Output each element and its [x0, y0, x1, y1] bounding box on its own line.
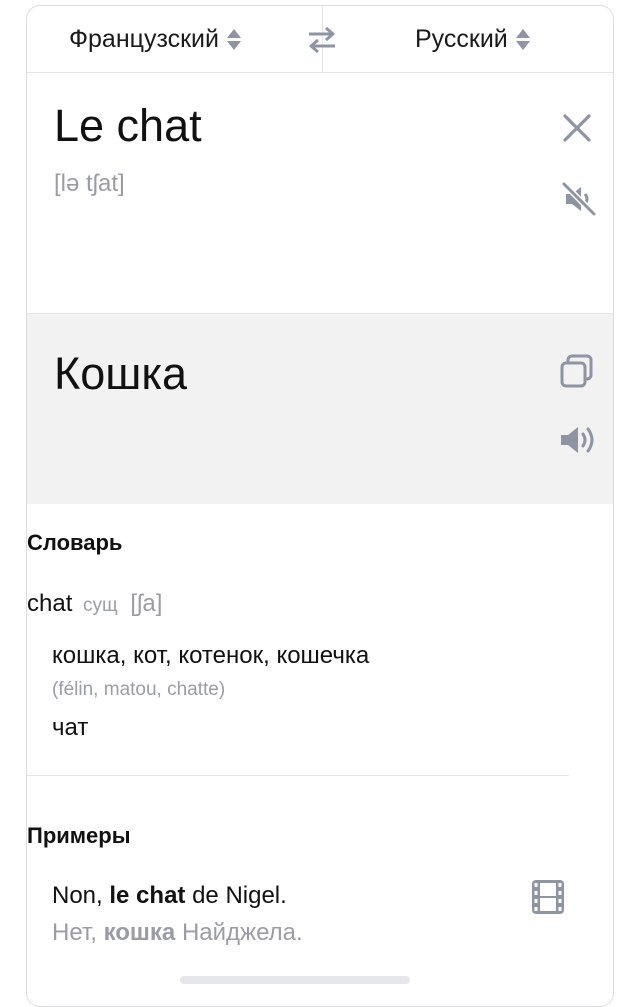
clear-button[interactable]: [559, 110, 595, 146]
section-divider: [27, 775, 569, 776]
swap-languages-button[interactable]: [305, 23, 339, 57]
source-language-selector[interactable]: Французский: [69, 6, 241, 72]
source-text[interactable]: Le chat: [54, 100, 202, 152]
translator-card: Французский Русский Le chat [lə tʃat] Ко…: [26, 5, 614, 1007]
example-source: Non, le chat de Nigel.: [52, 882, 287, 910]
example-source-post: de Nigel.: [185, 882, 287, 909]
copy-icon: [560, 354, 593, 388]
speaker-muted-icon: [561, 181, 597, 217]
entry-word: chat: [27, 590, 73, 617]
language-bar: Французский Русский: [27, 6, 613, 73]
source-transliteration: [lə tʃat]: [54, 170, 125, 197]
source-audio-button[interactable]: [559, 179, 599, 219]
close-icon: [563, 114, 591, 142]
dictionary-heading: Словарь: [27, 530, 123, 555]
source-panel[interactable]: Le chat [lə tʃat]: [27, 72, 613, 314]
example-video-button[interactable]: [532, 880, 564, 914]
swap-languages-icon: [309, 26, 335, 54]
copy-button[interactable]: [557, 352, 597, 392]
example-translation: Нет, кошка Найджела.: [52, 919, 303, 947]
examples-heading: Примеры: [27, 823, 131, 848]
entry-sense-2[interactable]: чат: [52, 714, 88, 742]
bottom-sheet-handle[interactable]: [180, 976, 410, 984]
source-language-label: Французский: [69, 24, 219, 53]
sort-arrows-icon: [515, 28, 530, 50]
target-language-selector[interactable]: Русский: [415, 6, 530, 72]
example-source-highlight: le chat: [109, 882, 186, 909]
example-translation-post: Найджела.: [175, 919, 303, 946]
entry-sense-1-note: (félin, matou, chatte): [52, 679, 226, 700]
sort-arrows-icon: [227, 28, 241, 50]
film-icon: [532, 880, 564, 914]
dictionary-entry-head: chat сущ [ʃa]: [27, 590, 162, 618]
example-source-pre: Non,: [52, 882, 110, 909]
translation-text: Кошка: [54, 348, 188, 399]
example-translation-highlight: кошка: [103, 919, 176, 946]
speaker-icon: [561, 427, 594, 453]
translation-audio-button[interactable]: [557, 419, 599, 461]
entry-part-of-speech: сущ: [83, 595, 118, 616]
example-translation-pre: Нет,: [52, 919, 104, 946]
entry-sense-1[interactable]: кошка, кот, котенок, кошечка: [52, 642, 369, 670]
target-language-label: Русский: [415, 24, 508, 53]
entry-pronunciation: [ʃa]: [130, 590, 163, 617]
translation-panel: Кошка: [27, 314, 613, 504]
